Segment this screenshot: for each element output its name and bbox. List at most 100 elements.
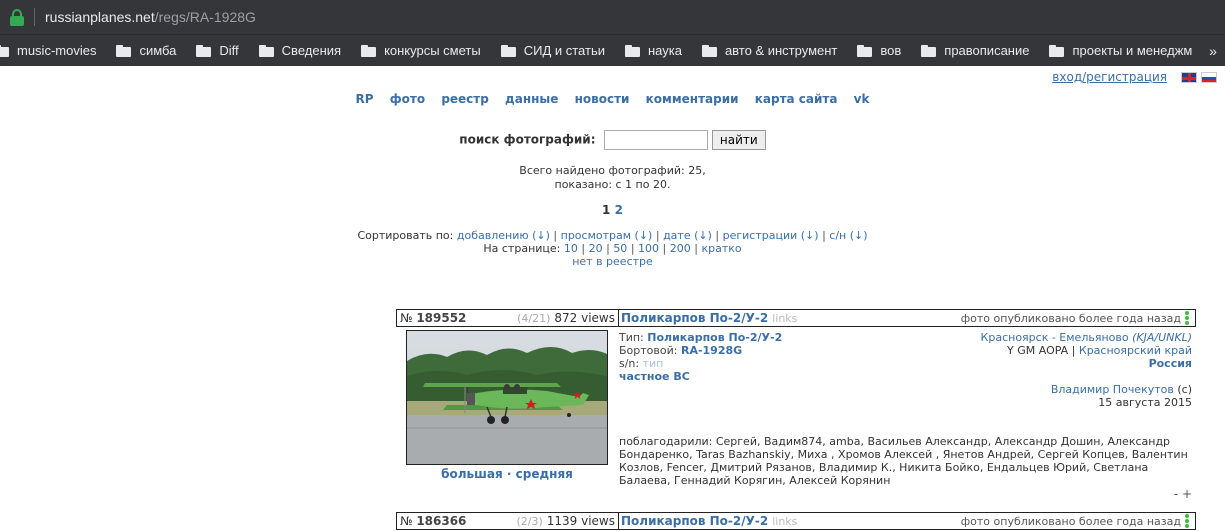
bookmark-label: симба xyxy=(139,43,177,58)
nav-data[interactable]: данные xyxy=(505,92,558,106)
address-bar[interactable]: russianplanes.net/regs/RA-1928G xyxy=(0,0,1225,34)
aircraft-title[interactable]: Поликарпов По-2/У-2 xyxy=(621,311,768,325)
bookmark-folder[interactable]: вов xyxy=(857,43,901,58)
sort-serial[interactable]: с/н (↓) xyxy=(829,229,867,242)
published-note: фото опубликовано более года назад xyxy=(960,514,1181,528)
nav-photo[interactable]: фото xyxy=(390,92,425,106)
sn-label: s/n: xyxy=(619,357,640,370)
owner-link[interactable]: частное ВС xyxy=(619,370,690,383)
bookmark-label: авто & инструмент xyxy=(724,43,838,58)
more-options-icon[interactable] xyxy=(1185,514,1189,528)
per-page-10[interactable]: 10 xyxy=(564,242,578,255)
search-label: поиск фотографий: xyxy=(459,132,596,147)
login-link[interactable]: вход/регистрация xyxy=(1052,70,1167,84)
vote-buttons[interactable]: - + xyxy=(1174,487,1192,501)
bookmark-label: music-movies xyxy=(17,43,97,58)
view-count: 872 views xyxy=(554,311,615,325)
nav-news[interactable]: новости xyxy=(575,92,630,106)
view-count: 1139 views xyxy=(546,514,615,528)
nav-vk[interactable]: vk xyxy=(854,92,870,106)
folder-icon xyxy=(361,44,377,57)
nav-sitemap[interactable]: карта сайта xyxy=(755,92,838,106)
not-in-registry-link[interactable]: нет в реестре xyxy=(572,255,653,268)
bookmark-folder[interactable]: Diff xyxy=(196,43,239,58)
bookmark-folder[interactable]: авто & инструмент xyxy=(701,43,838,58)
entry-body: большая · средняя Тип: Поликарпов По-2/У… xyxy=(396,327,1196,513)
main-nav: RP фото реестр данные новости комментари… xyxy=(0,92,1225,106)
photo-count: (4/21) xyxy=(517,311,551,325)
divider xyxy=(34,8,35,26)
bookmark-folder[interactable]: music-movies xyxy=(0,43,96,58)
per-page-200[interactable]: 200 xyxy=(670,242,691,255)
bookmarks-bar: music-movies симба Diff Сведения конкурс… xyxy=(0,34,1225,66)
bookmark-label: Diff xyxy=(219,43,239,58)
photo-number[interactable]: № 189552 xyxy=(400,311,466,325)
entry-header: № 186366 (2/3) 1139 views Поликарпов По-… xyxy=(396,512,1196,530)
per-page-100[interactable]: 100 xyxy=(638,242,659,255)
nav-comments[interactable]: комментарии xyxy=(646,92,739,106)
sort-registration[interactable]: регистрации (↓) xyxy=(723,229,819,242)
bookmark-folder[interactable]: правописание xyxy=(921,43,1029,58)
results-summary: Всего найдено фотографий: 25, показано: … xyxy=(0,164,1225,192)
bookmarks-overflow-button[interactable]: » xyxy=(1201,35,1225,66)
board-label: Бортовой: xyxy=(619,344,678,357)
airport-link[interactable]: Красноярск - Емельяново (KJA/UNKL) xyxy=(981,331,1192,344)
size-large-link[interactable]: большая xyxy=(441,467,503,481)
registration-link[interactable]: RA-1928G xyxy=(681,344,742,357)
bookmark-folder[interactable]: СИД и статьи xyxy=(500,43,605,58)
sort-added[interactable]: добавлению (↓) xyxy=(457,229,550,242)
sort-date[interactable]: дате (↓) xyxy=(663,229,712,242)
bookmark-folder[interactable]: проекты и менеджм xyxy=(1049,43,1192,58)
aircraft-title[interactable]: Поликарпов По-2/У-2 xyxy=(621,514,768,528)
bookmark-folder[interactable]: Сведения xyxy=(258,43,341,58)
org-name: Y GM AOPA xyxy=(1007,344,1069,357)
per-page-label: На странице: xyxy=(483,242,561,255)
folder-icon xyxy=(500,44,516,57)
per-page-brief[interactable]: кратко xyxy=(701,242,741,255)
type-link[interactable]: Поликарпов По-2/У-2 xyxy=(647,331,782,344)
nav-rp[interactable]: RP xyxy=(356,92,374,106)
more-options-icon[interactable] xyxy=(1185,311,1189,325)
folder-icon xyxy=(921,44,937,57)
flag-uk-icon[interactable] xyxy=(1181,71,1197,83)
country-link[interactable]: Россия xyxy=(1149,357,1192,370)
photo-credit: Владимир Почекутов (c) 15 августа 2015 xyxy=(1051,383,1192,409)
user-area: вход/регистрация xyxy=(1052,70,1217,84)
url-text[interactable]: russianplanes.net/regs/RA-1928G xyxy=(45,9,256,25)
search-input[interactable] xyxy=(603,130,708,150)
lock-icon[interactable] xyxy=(8,8,26,26)
bookmark-label: конкурсы сметы xyxy=(384,43,481,58)
sort-controls: Сортировать по: добавлению (↓) | просмот… xyxy=(357,229,868,268)
folder-icon xyxy=(624,44,640,57)
region-link[interactable]: Красноярский край xyxy=(1079,344,1192,357)
page-current: 1 xyxy=(602,203,611,217)
bookmark-folder[interactable]: симба xyxy=(116,43,176,58)
photo-search: поиск фотографий: найти xyxy=(0,130,1225,150)
page-link[interactable]: 2 xyxy=(615,203,623,217)
nav-registry[interactable]: реестр xyxy=(441,92,489,106)
photo-entry: № 186366 (2/3) 1139 views Поликарпов По-… xyxy=(396,512,1196,530)
folder-icon xyxy=(701,44,717,57)
per-page-50[interactable]: 50 xyxy=(613,242,627,255)
bookmark-folder[interactable]: наука xyxy=(624,43,682,58)
entry-header: № 189552 (4/21) 872 views Поликарпов По-… xyxy=(396,309,1196,327)
bookmark-label: правописание xyxy=(944,43,1030,58)
sort-views[interactable]: просмотрам (↓) xyxy=(561,229,653,242)
sn-type-hint[interactable]: тип xyxy=(643,357,664,370)
bookmark-label: наука xyxy=(647,43,682,58)
per-page-20[interactable]: 20 xyxy=(589,242,603,255)
links-link[interactable]: links xyxy=(772,515,797,528)
links-link[interactable]: links xyxy=(772,312,797,325)
photo-entry: № 189552 (4/21) 872 views Поликарпов По-… xyxy=(396,309,1196,513)
search-button[interactable]: найти xyxy=(711,130,766,150)
folder-icon xyxy=(1049,44,1065,57)
bookmark-folder[interactable]: конкурсы сметы xyxy=(361,43,481,58)
aircraft-photo[interactable] xyxy=(406,330,608,465)
photo-number[interactable]: № 186366 xyxy=(400,514,466,528)
pagination: 1 2 xyxy=(0,203,1225,217)
size-medium-link[interactable]: средняя xyxy=(516,467,573,481)
flag-ru-icon[interactable] xyxy=(1201,71,1217,83)
bookmark-label: вов xyxy=(880,43,902,58)
location-info: Красноярск - Емельяново (KJA/UNKL) Y GM … xyxy=(980,331,1192,370)
author-link[interactable]: Владимир Почекутов xyxy=(1051,383,1174,396)
